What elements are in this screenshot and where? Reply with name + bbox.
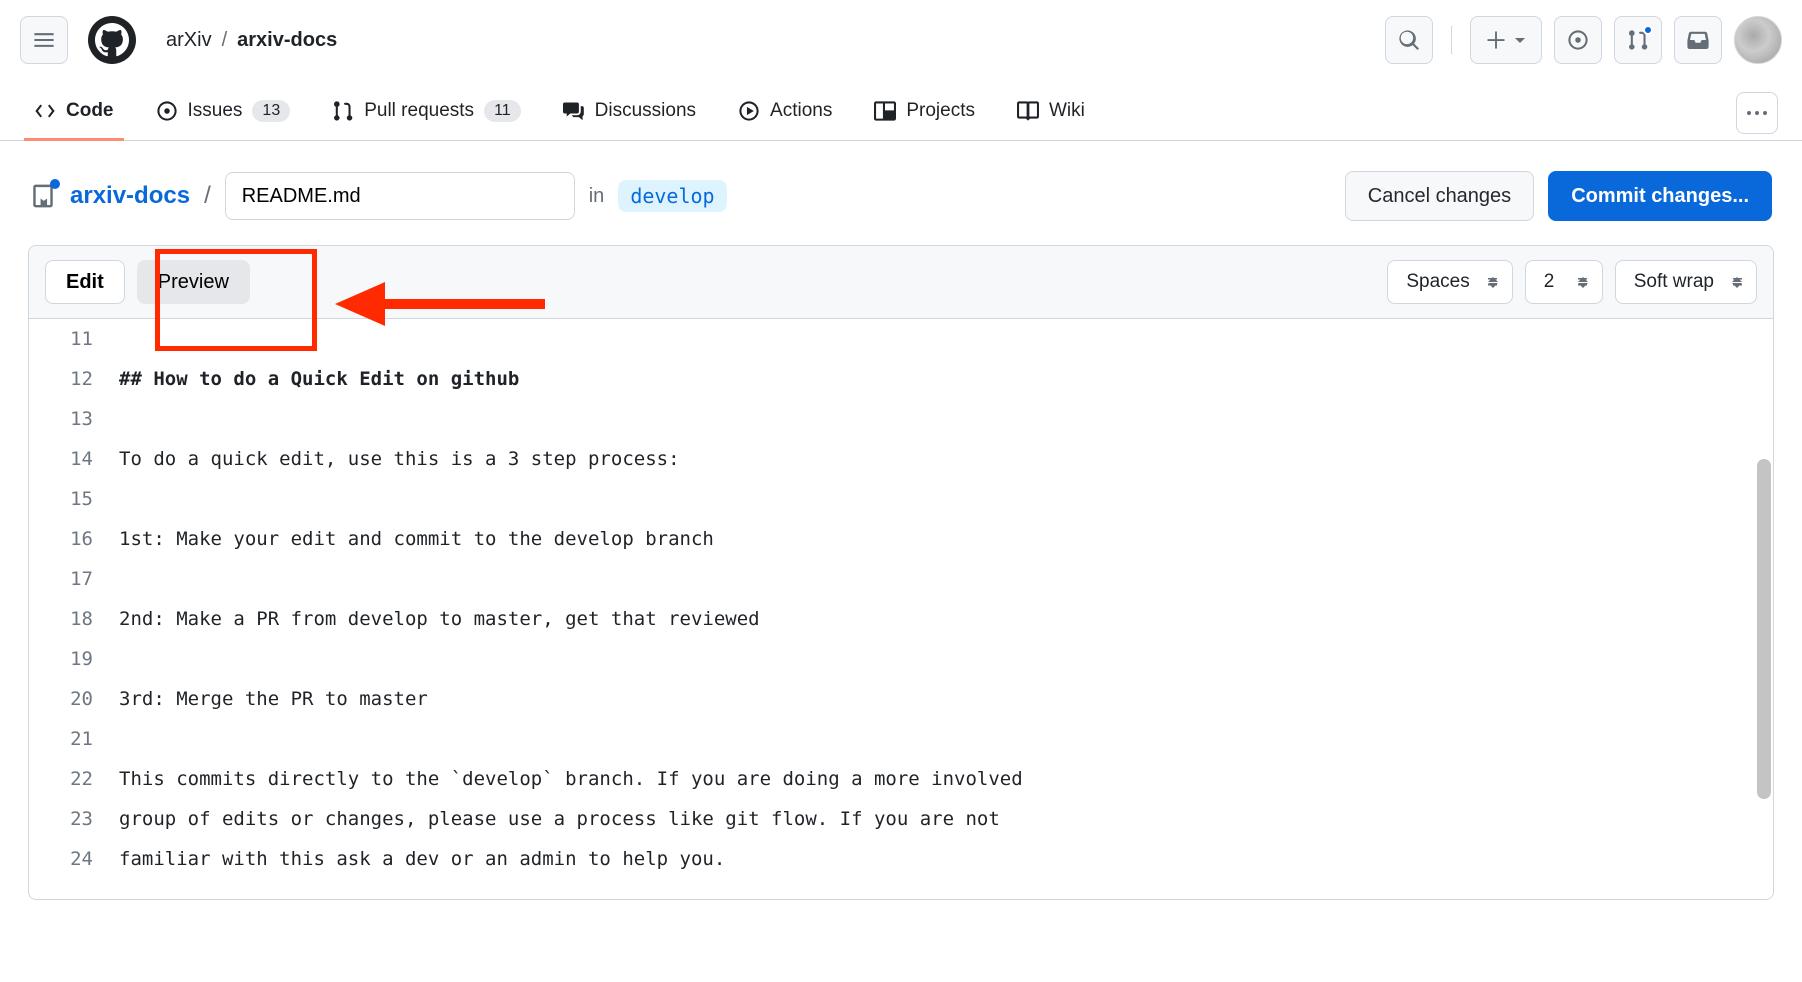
line-number: 22 [29,759,119,799]
code-line[interactable]: 15 [29,479,1773,519]
wrap-select[interactable]: Soft wrap [1615,260,1757,304]
code-line[interactable]: 12## How to do a Quick Edit on github [29,359,1773,399]
in-label: in [589,185,605,208]
line-number: 19 [29,639,119,679]
global-header: arXiv / arxiv-docs [0,0,1802,68]
tab-discussions[interactable]: Discussions [553,86,706,140]
line-number: 21 [29,719,119,759]
github-icon [95,23,129,57]
code-line[interactable]: 19 [29,639,1773,679]
tab-code[interactable]: Code [24,86,124,140]
issues-counter: 13 [252,100,290,122]
tab-projects[interactable]: Projects [864,86,985,140]
code-line[interactable]: 23group of edits or changes, please use … [29,799,1773,839]
pull-requests-global-button[interactable] [1614,16,1662,64]
line-number: 24 [29,839,119,879]
line-number: 16 [29,519,119,559]
kebab-icon [1746,110,1768,116]
github-logo[interactable] [88,16,136,64]
more-repo-nav-button[interactable] [1736,92,1778,134]
pulls-counter: 11 [484,100,521,122]
plus-icon [1486,30,1506,50]
hamburger-menu-button[interactable] [20,16,68,64]
line-number: 18 [29,599,119,639]
indent-mode-select[interactable]: Spaces [1387,260,1512,304]
indent-size-select[interactable]: 2 [1525,260,1603,304]
caret-down-icon [1514,34,1526,46]
repo-nav: Code Issues 13 Pull requests 11 Discussi… [0,86,1802,141]
avatar[interactable] [1734,16,1782,64]
line-number: 13 [29,399,119,439]
breadcrumb-owner[interactable]: arXiv [166,29,212,52]
issue-circle-icon [1567,29,1589,51]
wiki-icon [1017,100,1039,122]
commit-button[interactable]: Commit changes... [1548,171,1772,221]
code-line[interactable]: 203rd: Merge the PR to master [29,679,1773,719]
line-text: This commits directly to the `develop` b… [119,759,1023,799]
line-text: 3rd: Merge the PR to master [119,679,428,719]
line-number: 11 [29,319,119,359]
repo-status-icon [30,183,56,209]
search-icon [1398,29,1420,51]
notification-dot [1643,25,1653,35]
code-line[interactable]: 14To do a quick edit, use this is a 3 st… [29,439,1773,479]
edit-tab[interactable]: Edit [45,260,125,304]
discussion-icon [563,100,585,122]
code-line[interactable]: 24familiar with this ask a dev or an adm… [29,839,1773,879]
issue-icon [156,100,178,122]
inbox-icon [1687,29,1709,51]
line-number: 23 [29,799,119,839]
issues-global-button[interactable] [1554,16,1602,64]
code-line[interactable]: 17 [29,559,1773,599]
pull-request-icon [332,100,354,122]
projects-icon [874,100,896,122]
inbox-button[interactable] [1674,16,1722,64]
line-text: 2nd: Make a PR from develop to master, g… [119,599,760,639]
tab-actions[interactable]: Actions [728,86,842,140]
scrollbar-thumb[interactable] [1757,459,1771,799]
code-line[interactable]: 11 [29,319,1773,359]
line-number: 17 [29,559,119,599]
hamburger-icon [33,29,55,51]
editor: Edit Preview Spaces 2 Soft wrap 1112## H… [28,245,1774,900]
line-number: 14 [29,439,119,479]
code-line[interactable]: 161st: Make your edit and commit to the … [29,519,1773,559]
cancel-button[interactable]: Cancel changes [1345,171,1534,221]
search-button[interactable] [1385,16,1433,64]
line-text: ## How to do a Quick Edit on github [119,359,519,399]
add-menu-button[interactable] [1470,16,1542,64]
line-number: 12 [29,359,119,399]
actions-icon [738,100,760,122]
code-area[interactable]: 1112## How to do a Quick Edit on github1… [29,319,1773,899]
filename-input[interactable] [225,172,575,220]
breadcrumb: arXiv / arxiv-docs [166,29,337,52]
code-line[interactable]: 21 [29,719,1773,759]
breadcrumb-repo[interactable]: arxiv-docs [237,29,337,52]
tab-issues[interactable]: Issues 13 [146,86,301,140]
tab-pull-requests[interactable]: Pull requests 11 [322,86,530,140]
file-edit-bar: arxiv-docs / in develop Cancel changes C… [0,141,1802,237]
line-text: 1st: Make your edit and commit to the de… [119,519,714,559]
repo-link[interactable]: arxiv-docs [70,182,190,210]
code-icon [34,100,56,122]
line-number: 15 [29,479,119,519]
line-text: familiar with this ask a dev or an admin… [119,839,725,879]
line-text: group of edits or changes, please use a … [119,799,1000,839]
line-text: To do a quick edit, use this is a 3 step… [119,439,680,479]
code-line[interactable]: 13 [29,399,1773,439]
code-line[interactable]: 22This commits directly to the `develop`… [29,759,1773,799]
branch-badge: develop [618,180,726,212]
code-line[interactable]: 182nd: Make a PR from develop to master,… [29,599,1773,639]
tab-wiki[interactable]: Wiki [1007,86,1095,140]
line-number: 20 [29,679,119,719]
